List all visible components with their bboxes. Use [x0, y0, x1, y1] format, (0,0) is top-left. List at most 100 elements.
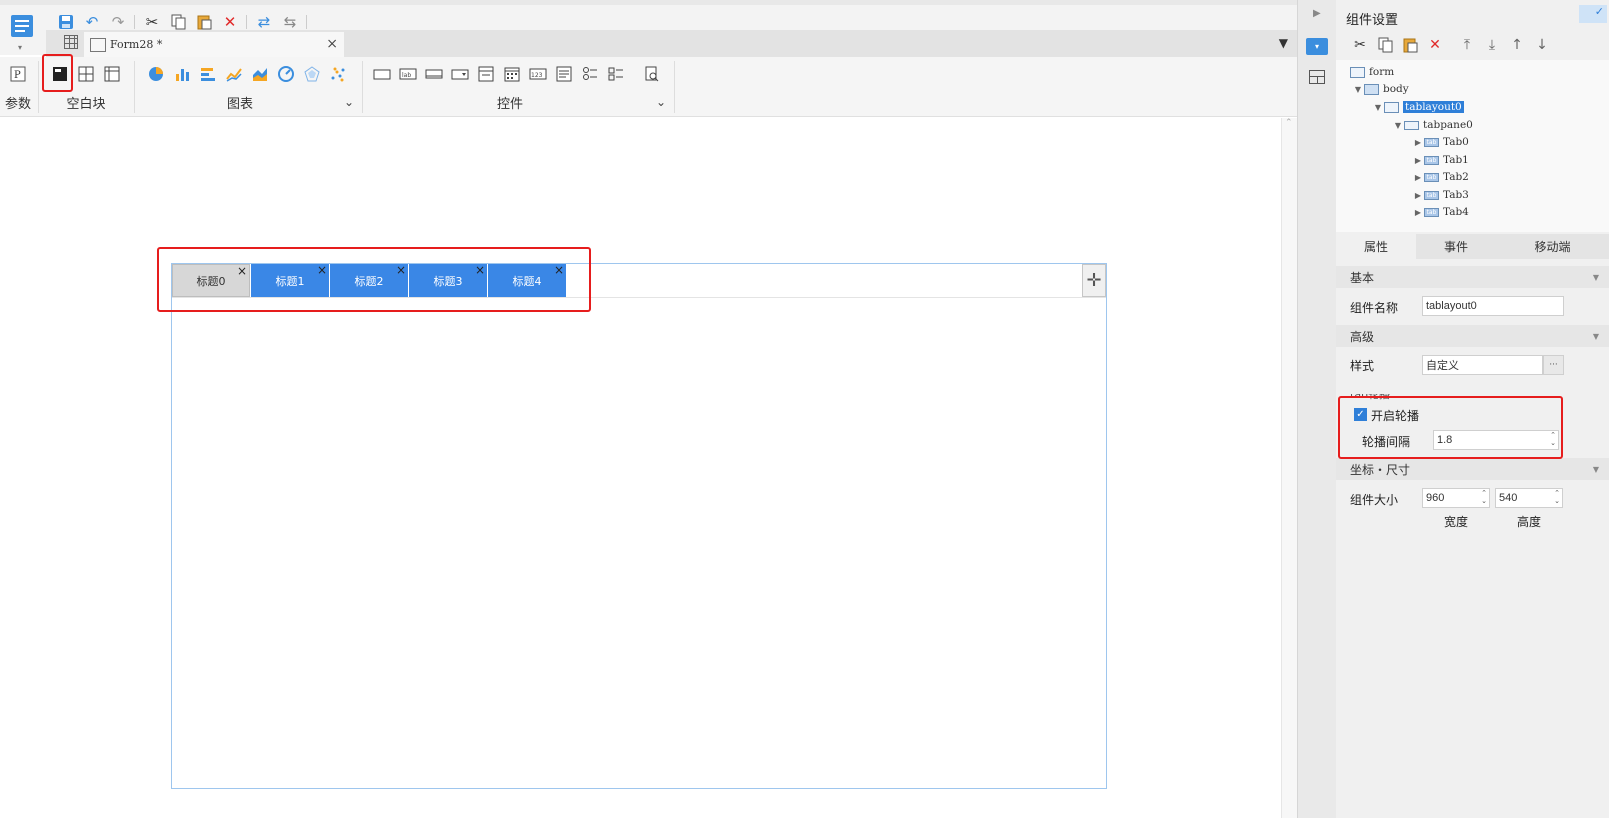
button-control-icon[interactable]	[424, 65, 444, 83]
cut-icon[interactable]: ✂	[142, 13, 162, 31]
tree-node-body[interactable]: ▼ body	[1352, 81, 1409, 97]
expand-arrow-icon[interactable]: ▼	[1392, 121, 1404, 130]
gauge-chart-icon[interactable]	[276, 65, 296, 83]
component-name-input[interactable]: tablayout0	[1422, 296, 1564, 316]
textbox-control-icon[interactable]	[372, 65, 392, 83]
tree-node-tab3[interactable]: ▶ tab Tab3	[1412, 187, 1469, 203]
collapse-arrow-icon[interactable]: ▶	[1412, 191, 1424, 200]
move-to-bottom-icon[interactable]: ⤓	[1482, 36, 1502, 54]
toolbar-divider	[246, 15, 247, 29]
radio-group-control-icon[interactable]	[580, 65, 600, 83]
chevron-down-icon: ▼	[1592, 272, 1599, 282]
radar-chart-icon[interactable]	[302, 65, 322, 83]
close-tab-icon[interactable]: ×	[326, 36, 338, 52]
section-basic[interactable]: 基本 ▼	[1336, 266, 1609, 288]
height-spin-icon[interactable]: ⌃ ⌄	[1551, 489, 1563, 507]
body-icon	[1364, 83, 1379, 95]
ribbon: P 参数 空白块 图表 ⌄ lab 123 控件 ⌄	[0, 57, 1300, 117]
table-block-icon[interactable]	[102, 65, 122, 83]
tree-node-form[interactable]: form	[1350, 64, 1394, 80]
document-tab[interactable]: Form28 * ×	[84, 32, 344, 57]
tree-node-tab1[interactable]: ▶ tab Tab1	[1412, 152, 1469, 168]
layout-panel-icon[interactable]	[1309, 70, 1325, 84]
style-more-button[interactable]: ···	[1543, 355, 1564, 375]
style-input[interactable]: 自定义	[1422, 355, 1543, 375]
tab-layout-widget[interactable]: 标题0 × 标题1 × 标题2 × 标题3 × 标题4 × ✛	[171, 263, 1107, 789]
app-menu-icon[interactable]	[10, 13, 34, 41]
exchange-icon[interactable]: ⇆	[280, 13, 300, 31]
copy-icon[interactable]	[168, 13, 188, 31]
tab-properties[interactable]: 属性	[1336, 234, 1416, 259]
tab-icon: tab	[1424, 155, 1439, 165]
tree-node-tab2[interactable]: ▶ tab Tab2	[1412, 169, 1469, 185]
redo-icon[interactable]: ↷	[108, 13, 128, 31]
cut-icon[interactable]: ✂	[1350, 36, 1370, 54]
component-settings-icon[interactable]: ▾	[1306, 38, 1328, 55]
collapse-arrow-icon[interactable]: ▶	[1313, 8, 1321, 19]
vertical-scrollbar[interactable]: ⌃	[1281, 118, 1297, 818]
chart-expand-chevron-icon[interactable]: ⌄	[344, 95, 354, 109]
tab-icon: tab	[1424, 190, 1439, 200]
collapse-arrow-icon[interactable]: ▶	[1412, 173, 1424, 182]
dropdown-menu-icon[interactable]: ▼	[1279, 36, 1288, 50]
form-document-icon	[90, 37, 106, 52]
collapse-arrow-icon[interactable]: ▶	[1412, 208, 1424, 217]
textarea-control-icon[interactable]	[554, 65, 574, 83]
line-chart-icon[interactable]	[224, 65, 244, 83]
paste-icon[interactable]	[194, 13, 214, 31]
section-advanced[interactable]: 高级 ▼	[1336, 325, 1609, 347]
save-icon[interactable]	[56, 13, 76, 31]
width-caption: 宽度	[1444, 515, 1469, 529]
move-down-icon[interactable]: ↓	[1532, 36, 1552, 54]
tree-node-tab4[interactable]: ▶ tab Tab4	[1412, 204, 1469, 220]
label-control-icon[interactable]: lab	[398, 65, 418, 83]
chevron-down-icon: ▼	[1592, 331, 1599, 341]
section-basic-label: 基本	[1350, 270, 1375, 285]
grid-block-icon[interactable]	[76, 65, 96, 83]
copy-icon[interactable]	[1375, 36, 1395, 54]
expand-arrow-icon[interactable]: ▼	[1372, 103, 1384, 112]
scatter-chart-icon[interactable]	[328, 65, 348, 83]
panel-title: 组件设置	[1346, 13, 1399, 28]
tree-node-tabpane[interactable]: ▼ tabpane0	[1392, 117, 1473, 133]
paste-icon[interactable]	[1400, 36, 1420, 54]
area-chart-icon[interactable]	[250, 65, 270, 83]
tab-icon: tab	[1424, 137, 1439, 147]
app-menu-chevron-icon[interactable]: ▾	[18, 43, 22, 52]
collapse-arrow-icon[interactable]: ▶	[1412, 138, 1424, 147]
move-to-top-icon[interactable]: ⤒	[1457, 36, 1477, 54]
tree-node-tablayout[interactable]: ▼ tablayout0	[1372, 99, 1464, 115]
delete-icon[interactable]: ✕	[1425, 36, 1445, 54]
number-control-icon[interactable]: 123	[528, 65, 548, 83]
undo-icon[interactable]: ↶	[82, 13, 102, 31]
bar-chart-icon[interactable]	[172, 65, 192, 83]
list-control-icon[interactable]	[476, 65, 496, 83]
pin-icon[interactable]: ✓	[1579, 5, 1607, 23]
tab-events[interactable]: 事件	[1416, 234, 1496, 259]
section-position-size[interactable]: 坐标・尺寸 ▼	[1336, 458, 1609, 480]
date-control-icon[interactable]	[502, 65, 522, 83]
grid-view-icon[interactable]	[64, 35, 78, 49]
control-expand-chevron-icon[interactable]: ⌄	[656, 95, 666, 109]
pie-chart-icon[interactable]	[146, 65, 166, 83]
tab-mobile[interactable]: 移动端	[1496, 234, 1609, 259]
component-tree: form ▼ body ▼ tablayout0 ▼ tabpane0 ▶ ta…	[1336, 60, 1609, 232]
add-tab-button[interactable]: ✛	[1082, 264, 1106, 297]
horizontal-bar-chart-icon[interactable]	[198, 65, 218, 83]
expand-arrow-icon[interactable]: ▼	[1352, 85, 1364, 94]
component-size-label: 组件大小	[1350, 493, 1399, 507]
toolbar-divider	[134, 15, 135, 29]
width-spin-icon[interactable]: ⌃ ⌄	[1478, 489, 1490, 507]
svg-text:123: 123	[531, 72, 543, 79]
collapse-arrow-icon[interactable]: ▶	[1412, 156, 1424, 165]
combobox-control-icon[interactable]	[450, 65, 470, 83]
delete-icon[interactable]: ✕	[220, 13, 240, 31]
parameter-icon[interactable]: P	[8, 65, 28, 83]
blank-group-label: 空白块	[66, 97, 106, 112]
checkbox-group-control-icon[interactable]	[606, 65, 626, 83]
move-up-icon[interactable]: ↑	[1507, 36, 1527, 54]
scroll-up-icon[interactable]: ⌃	[1285, 118, 1293, 128]
search-preview-icon[interactable]	[642, 65, 662, 83]
swap-icon[interactable]: ⇄	[254, 13, 274, 31]
tree-node-tab0[interactable]: ▶ tab Tab0	[1412, 134, 1469, 150]
